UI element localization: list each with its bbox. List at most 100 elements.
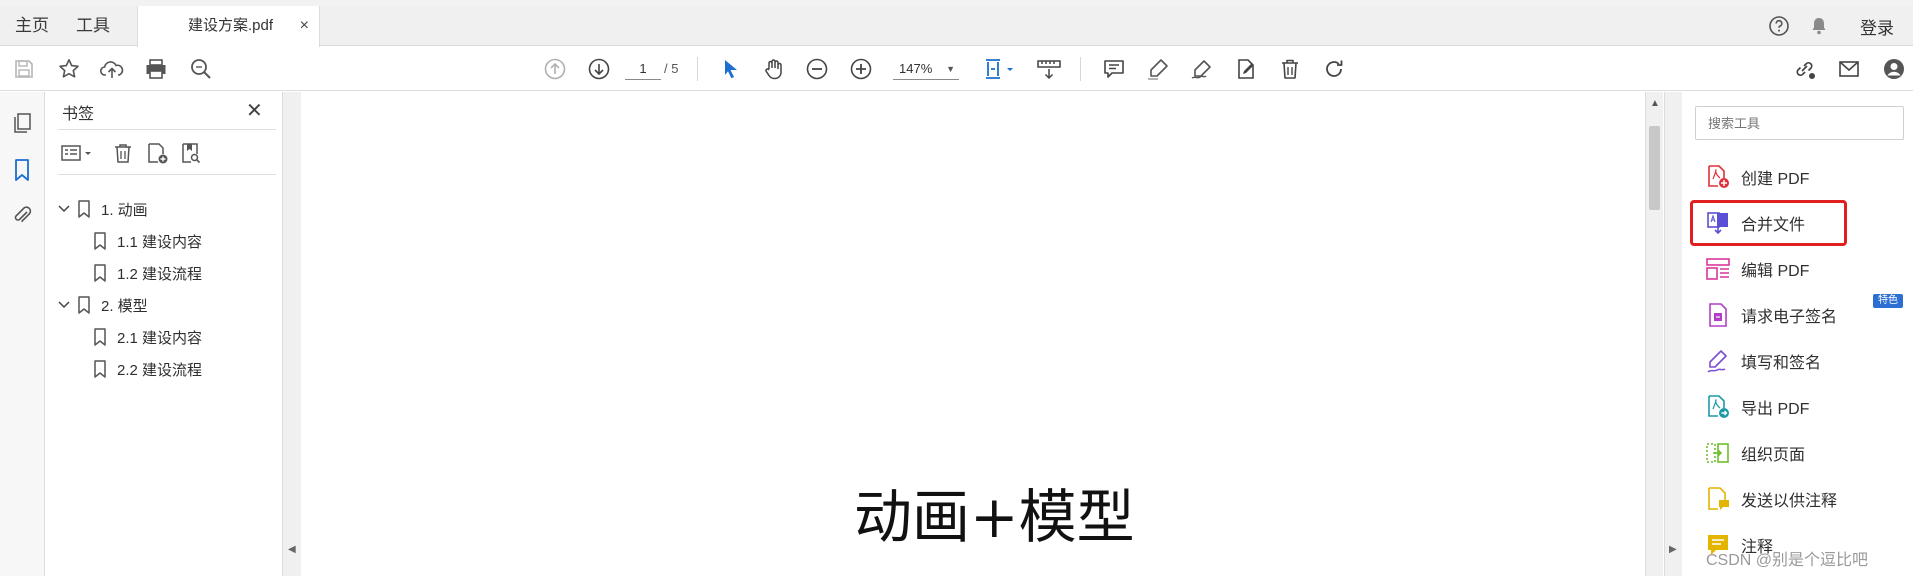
tool-label: 发送以供注释: [1741, 493, 1838, 510]
attachments-icon[interactable]: [9, 202, 35, 228]
tool-label: 请求电子签名: [1741, 309, 1838, 326]
search-bookmark-icon[interactable]: [178, 140, 204, 166]
toolbar-separator: [697, 57, 698, 81]
bookmark-item[interactable]: 1. 动画: [57, 197, 148, 221]
send-comment-icon: [1705, 486, 1731, 512]
panel-collapse-handle[interactable]: ◀: [282, 92, 301, 576]
comment-note-icon[interactable]: [1100, 55, 1128, 83]
close-tab-icon[interactable]: ×: [300, 6, 309, 46]
bookmark-icon: [77, 200, 91, 218]
bookmark-icon: [93, 232, 107, 250]
chevron-down-icon[interactable]: [57, 204, 71, 214]
tool-label: 创建 PDF: [1741, 171, 1810, 188]
edit-document-icon[interactable]: [1232, 55, 1260, 83]
zoom-in-icon[interactable]: [847, 55, 875, 83]
highlight-pen-icon[interactable]: [1144, 55, 1172, 83]
scroll-up-icon[interactable]: ▲: [1650, 98, 1660, 109]
email-icon[interactable]: [1835, 55, 1863, 83]
document-tab-label: 建设方案.pdf: [188, 17, 274, 34]
zoom-level-value: 147%: [899, 61, 933, 76]
measure-tool-icon[interactable]: [1035, 55, 1063, 83]
bookmark-item[interactable]: 2. 模型: [57, 293, 148, 317]
hand-tool-icon[interactable]: [760, 55, 788, 83]
tab-tools[interactable]: 工具: [76, 6, 110, 46]
create-pdf-icon: [1705, 164, 1731, 190]
tab-document[interactable]: 建设方案.pdf ×: [137, 6, 320, 47]
navigation-rail: [0, 92, 45, 576]
notification-bell-icon[interactable]: [1808, 6, 1830, 46]
watermark-text: CSDN @别是个逗比吧: [1706, 552, 1869, 569]
tab-bar: 主页 工具 建设方案.pdf ×: [0, 6, 1913, 47]
star-icon[interactable]: [55, 55, 83, 83]
search-tools-input[interactable]: [1695, 106, 1904, 140]
help-icon[interactable]: [1768, 6, 1790, 46]
page-thumbnails-icon[interactable]: [9, 110, 35, 136]
chevron-down-icon: ▼: [946, 64, 955, 74]
sign-pen-icon[interactable]: [1188, 55, 1216, 83]
featured-badge: 特色: [1873, 294, 1903, 308]
new-bookmark-icon[interactable]: [144, 140, 170, 166]
bookmark-item[interactable]: 2.2 建设流程: [93, 357, 202, 381]
edit-pdf-icon: [1705, 256, 1731, 282]
select-cursor-icon[interactable]: [716, 55, 744, 83]
bookmark-item[interactable]: 1.2 建设流程: [93, 261, 202, 285]
bookmark-label: 1.1 建设内容: [117, 233, 203, 251]
bookmark-label: 2.2 建设流程: [117, 361, 203, 379]
vertical-scrollbar[interactable]: ▲: [1645, 92, 1663, 576]
document-viewport[interactable]: 动画+模型: [302, 92, 1645, 576]
export-pdf-icon: [1705, 394, 1731, 420]
tool-request-signature[interactable]: 请求电子签名: [1705, 298, 1837, 332]
delete-bookmark-icon[interactable]: [110, 140, 136, 166]
divider: [58, 129, 276, 130]
tab-home[interactable]: 主页: [15, 6, 49, 46]
bookmarks-title: 书签: [62, 106, 95, 123]
tool-label: 编辑 PDF: [1741, 263, 1810, 280]
toolbar-separator: [1080, 57, 1081, 81]
tool-fill-sign[interactable]: 填写和签名: [1705, 344, 1821, 378]
account-icon[interactable]: [1880, 55, 1908, 83]
delete-icon[interactable]: [1276, 55, 1304, 83]
find-icon[interactable]: [187, 55, 215, 83]
tool-label: 填写和签名: [1741, 355, 1822, 372]
bookmarks-icon[interactable]: [9, 157, 35, 183]
page-number-input[interactable]: 1: [625, 58, 661, 80]
tool-edit-pdf[interactable]: 编辑 PDF: [1705, 252, 1809, 286]
bookmark-label: 2.1 建设内容: [117, 329, 203, 347]
cloud-upload-icon[interactable]: [98, 55, 126, 83]
previous-page-icon[interactable]: [541, 55, 569, 83]
save-icon[interactable]: [10, 55, 38, 83]
tool-create-pdf[interactable]: 创建 PDF: [1705, 160, 1809, 194]
document-heading: 动画+模型: [854, 483, 1135, 551]
bookmark-icon: [93, 328, 107, 346]
bookmark-icon: [93, 360, 107, 378]
divider: [58, 174, 276, 175]
rotate-icon[interactable]: [1320, 55, 1348, 83]
tool-label: 组织页面: [1741, 447, 1806, 464]
fill-sign-icon: [1705, 348, 1731, 374]
chevron-down-icon[interactable]: [57, 300, 71, 310]
annotation-highlight-box: [1690, 200, 1847, 246]
close-panel-icon[interactable]: ✕: [246, 98, 263, 123]
bookmark-item[interactable]: 1.1 建设内容: [93, 229, 202, 253]
bookmark-item[interactable]: 2.1 建设内容: [93, 325, 202, 349]
zoom-out-icon[interactable]: [803, 55, 831, 83]
tool-export-pdf[interactable]: 导出 PDF: [1705, 390, 1809, 424]
login-button[interactable]: 登录: [1860, 6, 1894, 46]
request-signature-icon: [1705, 302, 1731, 328]
scrollbar-thumb[interactable]: [1649, 126, 1660, 210]
chevron-right-icon[interactable]: ▶: [1669, 544, 1677, 555]
tools-pane-collapse-handle[interactable]: ▶: [1664, 92, 1682, 576]
next-page-icon[interactable]: [585, 55, 613, 83]
bookmark-options-icon[interactable]: [60, 140, 94, 166]
fit-page-icon[interactable]: [983, 55, 1017, 83]
chevron-left-icon[interactable]: ◀: [288, 544, 296, 555]
zoom-level-select[interactable]: 147% ▼: [893, 58, 959, 80]
bookmark-label: 2. 模型: [101, 297, 148, 315]
print-icon[interactable]: [142, 55, 170, 83]
share-link-icon[interactable]: [1791, 55, 1819, 83]
tool-label: 导出 PDF: [1741, 401, 1810, 418]
tool-organize-pages[interactable]: 组织页面: [1705, 436, 1805, 470]
bookmark-label: 1.2 建设流程: [117, 265, 203, 283]
bookmark-icon: [93, 264, 107, 282]
tool-send-for-comments[interactable]: 发送以供注释: [1705, 482, 1837, 516]
